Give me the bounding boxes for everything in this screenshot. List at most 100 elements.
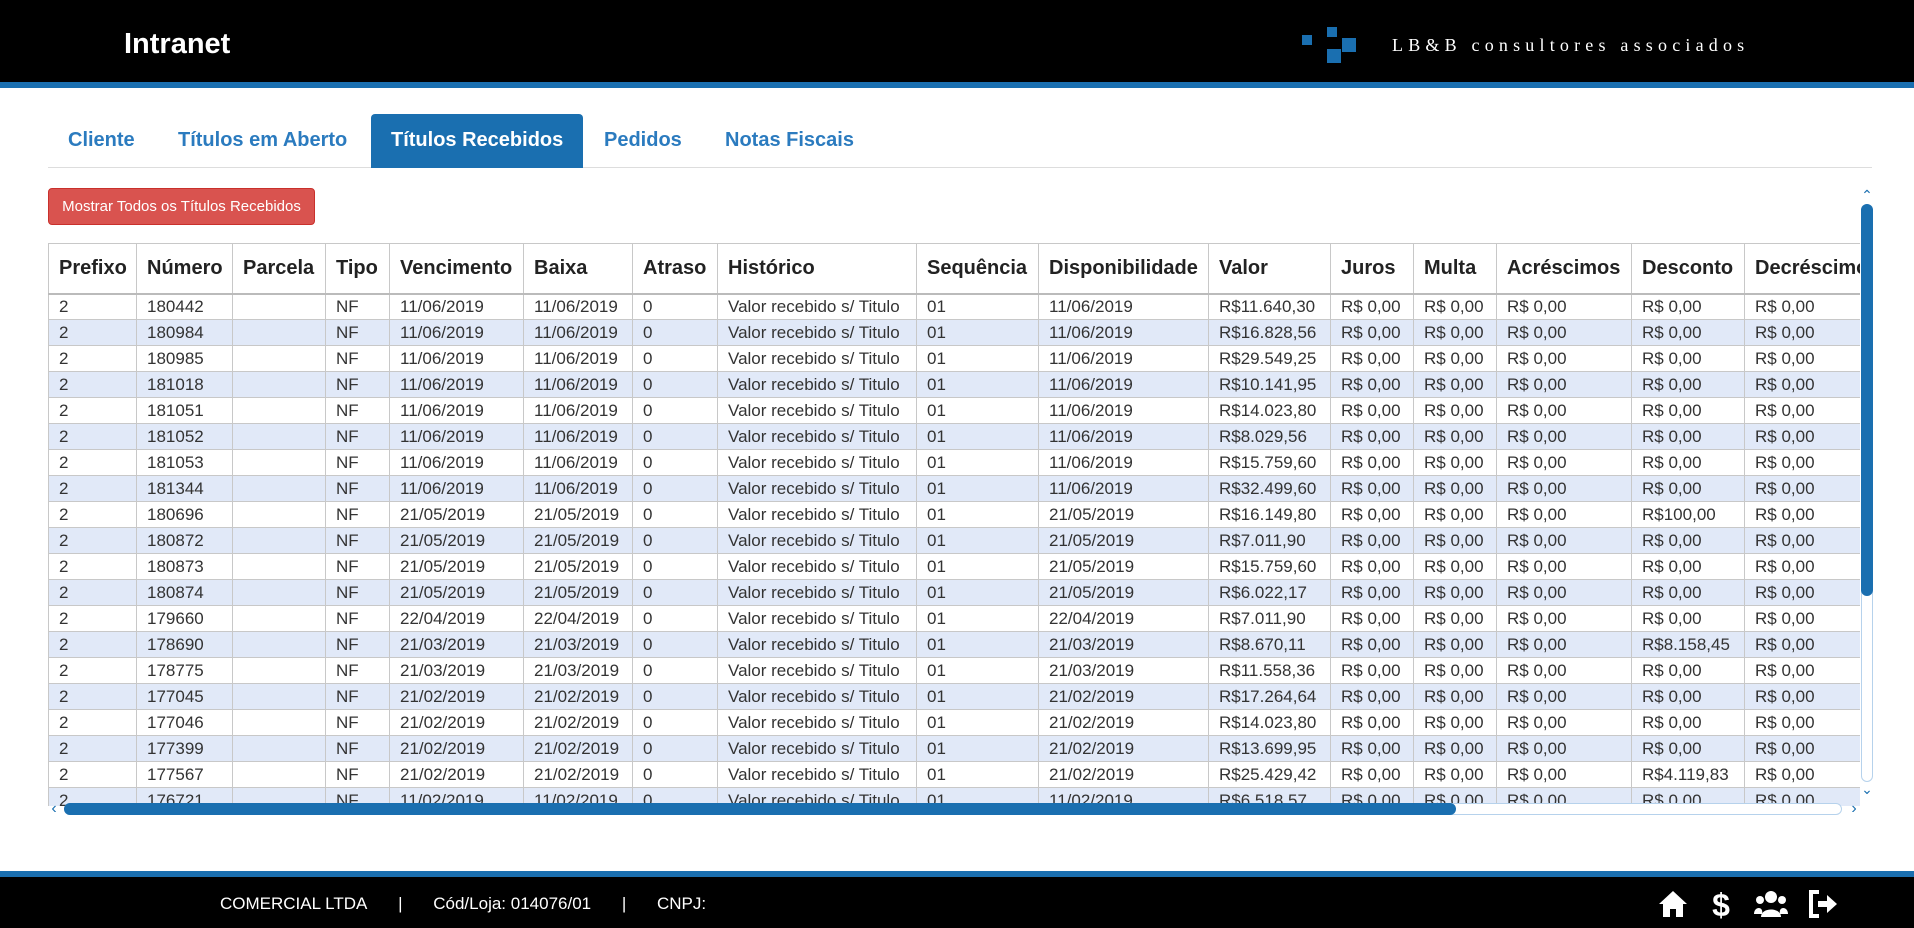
table-cell: 2 [48, 527, 137, 554]
table-cell: R$ 0,00 [1744, 683, 1860, 710]
table-row[interactable]: 2 179660 NF 22/04/2019 22/04/2019 0 Valor rece… [48, 605, 1860, 632]
table-row[interactable]: 2 181051 NF 11/06/2019 11/06/2019 0 Valor rece… [48, 397, 1860, 424]
table-cell [232, 579, 326, 606]
table-cell: R$15.759,60 [1208, 553, 1331, 580]
table-cell: 01 [916, 319, 1039, 346]
tab-pedidos[interactable]: Pedidos [584, 114, 702, 168]
table-cell: NF [325, 527, 390, 554]
tab-bar: Cliente Títulos em Aberto Títulos Recebi… [48, 114, 1872, 168]
tab-notas-fiscais[interactable]: Notas Fiscais [705, 114, 874, 168]
footer-nav-icons: $ [1656, 887, 1896, 921]
table-cell: 0 [632, 657, 718, 684]
table-cell: R$ 0,00 [1496, 605, 1632, 632]
home-icon[interactable] [1656, 887, 1690, 921]
table-cell: NF [325, 371, 390, 398]
column-header[interactable]: Atraso [632, 243, 718, 295]
table-row[interactable]: 2 180872 NF 21/05/2019 21/05/2019 0 Valor rece… [48, 527, 1860, 554]
table-cell: 0 [632, 423, 718, 450]
table-cell: 2 [48, 553, 137, 580]
vertical-scroll-thumb[interactable] [1861, 204, 1873, 596]
scroll-down-icon[interactable]: ⌄ [1859, 782, 1875, 796]
vertical-scrollbar[interactable]: ⌃ ⌄ [1859, 188, 1875, 798]
table-cell [232, 371, 326, 398]
logo-text: LB&B consultores associados [1392, 35, 1750, 55]
column-header[interactable]: Histórico [717, 243, 917, 295]
column-header[interactable]: Vencimento [389, 243, 524, 295]
dollar-icon[interactable]: $ [1704, 887, 1738, 921]
table-cell: R$ 0,00 [1496, 527, 1632, 554]
table-cell: R$11.640,30 [1208, 293, 1331, 320]
table-row[interactable]: 2 181018 NF 11/06/2019 11/06/2019 0 Valor rece… [48, 371, 1860, 398]
table-cell: R$ 0,00 [1413, 683, 1497, 710]
column-header[interactable]: Acréscimos [1496, 243, 1632, 295]
table-cell: R$ 0,00 [1330, 761, 1414, 788]
table-cell: Valor recebido s/ Titulo [717, 683, 917, 710]
table-cell: 01 [916, 527, 1039, 554]
column-header[interactable]: Tipo [325, 243, 390, 295]
scroll-up-icon[interactable]: ⌃ [1859, 188, 1875, 202]
table-row[interactable]: 2 180442 NF 11/06/2019 11/06/2019 0 Valor rece… [48, 293, 1860, 320]
column-header[interactable]: Valor [1208, 243, 1331, 295]
table-cell: 01 [916, 553, 1039, 580]
table-cell: 2 [48, 735, 137, 762]
tab-titulos-em-aberto[interactable]: Títulos em Aberto [158, 114, 367, 168]
column-header[interactable]: Disponibilidade [1038, 243, 1209, 295]
footer-separator: | [621, 894, 627, 913]
table-row[interactable]: 2 178775 NF 21/03/2019 21/03/2019 0 Valor rece… [48, 657, 1860, 684]
table-cell: NF [325, 657, 390, 684]
table-cell: R$ 0,00 [1631, 657, 1745, 684]
table-cell: R$ 0,00 [1631, 475, 1745, 502]
column-header[interactable]: Baixa [523, 243, 633, 295]
table-row[interactable]: 2 177567 NF 21/02/2019 21/02/2019 0 Valor rece… [48, 761, 1860, 788]
table-cell: 01 [916, 761, 1039, 788]
table-cell [232, 709, 326, 736]
table-cell: R$ 0,00 [1496, 579, 1632, 606]
table-cell: 2 [48, 579, 137, 606]
table-row[interactable]: 2 181344 NF 11/06/2019 11/06/2019 0 Valor rece… [48, 475, 1860, 502]
table-cell: 0 [632, 683, 718, 710]
table-row[interactable]: 2 180985 NF 11/06/2019 11/06/2019 0 Valor rece… [48, 345, 1860, 372]
scroll-left-icon[interactable]: ‹ [46, 801, 62, 817]
table-row[interactable]: 2 180984 NF 11/06/2019 11/06/2019 0 Valor rece… [48, 319, 1860, 346]
tab-cliente[interactable]: Cliente [48, 114, 155, 168]
column-header[interactable]: Decréscimo [1744, 243, 1860, 295]
footer-store-code: Cód/Loja: 014076/01 [433, 894, 592, 913]
table-cell: 01 [916, 631, 1039, 658]
table-cell: 21/05/2019 [1038, 527, 1209, 554]
column-header[interactable]: Número [136, 243, 233, 295]
table-row[interactable]: 2 181052 NF 11/06/2019 11/06/2019 0 Valor rece… [48, 423, 1860, 450]
users-icon[interactable] [1754, 887, 1788, 921]
table-row[interactable]: 2 177399 NF 21/02/2019 21/02/2019 0 Valor rece… [48, 735, 1860, 762]
table-row[interactable]: 2 177046 NF 21/02/2019 21/02/2019 0 Valor rece… [48, 709, 1860, 736]
table-cell: R$4.119,83 [1631, 761, 1745, 788]
table-cell: 01 [916, 423, 1039, 450]
table-cell: 21/05/2019 [389, 501, 524, 528]
table-cell: 0 [632, 605, 718, 632]
column-header[interactable]: Parcela [232, 243, 326, 295]
horizontal-scrollbar[interactable]: ‹ › [46, 801, 1860, 817]
table-cell: R$ 0,00 [1631, 293, 1745, 320]
logout-icon[interactable] [1806, 887, 1840, 921]
svg-text:$: $ [1712, 887, 1730, 921]
column-header[interactable]: Desconto [1631, 243, 1745, 295]
table-row[interactable]: 2 180696 NF 21/05/2019 21/05/2019 0 Valor rece… [48, 501, 1860, 528]
table-row[interactable]: 2 180874 NF 21/05/2019 21/05/2019 0 Valor rece… [48, 579, 1860, 606]
column-header[interactable]: Juros [1330, 243, 1414, 295]
table-cell: R$ 0,00 [1631, 319, 1745, 346]
tab-titulos-recebidos[interactable]: Títulos Recebidos [371, 114, 584, 168]
table-row[interactable]: 2 177045 NF 21/02/2019 21/02/2019 0 Valor rece… [48, 683, 1860, 710]
column-header[interactable]: Prefixo [48, 243, 137, 295]
table-row[interactable]: 2 180873 NF 21/05/2019 21/05/2019 0 Valor rece… [48, 553, 1860, 580]
column-header[interactable]: Sequência [916, 243, 1039, 295]
table-cell [232, 449, 326, 476]
show-all-received-button[interactable]: Mostrar Todos os Títulos Recebidos [48, 188, 315, 225]
scroll-right-icon[interactable]: › [1846, 801, 1862, 817]
table-cell: 11/06/2019 [523, 345, 633, 372]
table-row[interactable]: 2 181053 NF 11/06/2019 11/06/2019 0 Valor rece… [48, 449, 1860, 476]
table-cell: 0 [632, 761, 718, 788]
table-cell: R$ 0,00 [1330, 319, 1414, 346]
titles-table-viewport[interactable]: Prefixo Número Parcela Tipo Vencimento Baixa A… [48, 243, 1860, 806]
column-header[interactable]: Multa [1413, 243, 1497, 295]
horizontal-scroll-thumb[interactable] [64, 803, 1456, 815]
table-row[interactable]: 2 178690 NF 21/03/2019 21/03/2019 0 Valor rece… [48, 631, 1860, 658]
